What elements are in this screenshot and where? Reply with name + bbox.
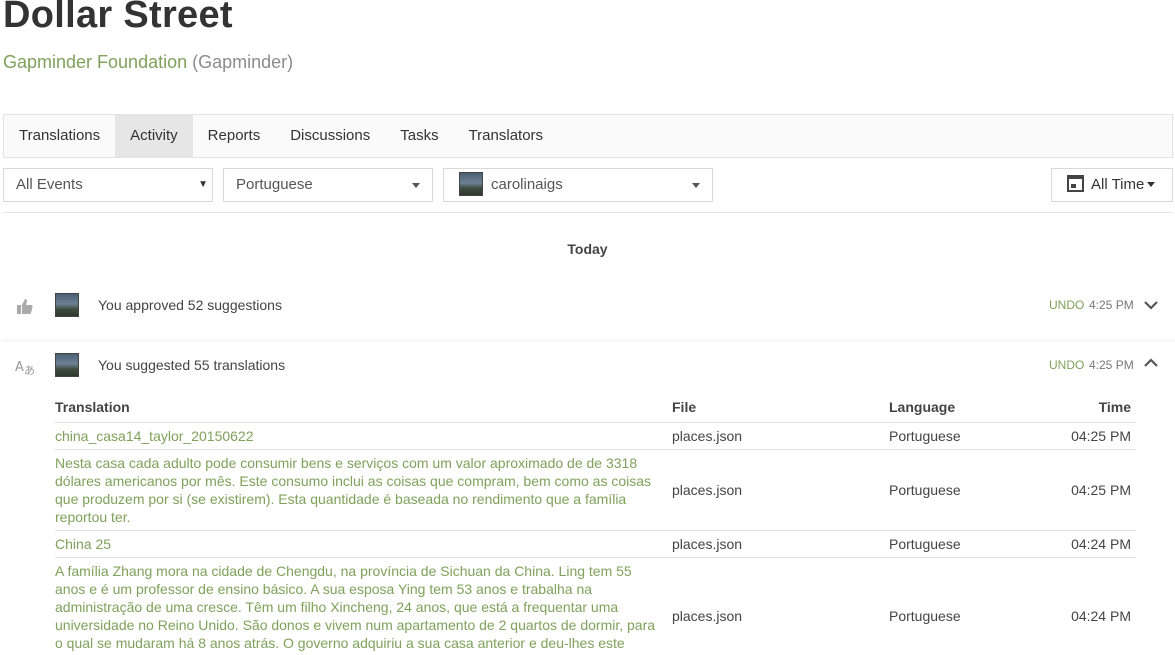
file-cell: places.json <box>672 422 889 450</box>
tab-translations[interactable]: Translations <box>4 115 115 157</box>
event-time: 4:25 PM <box>1089 358 1134 372</box>
user-select[interactable]: carolinaigs <box>443 168 713 202</box>
column-header-language: Language <box>889 393 1029 423</box>
event-text: You approved 52 suggestions <box>98 297 282 313</box>
translate-icon: A あ <box>15 360 35 376</box>
tab-reports[interactable]: Reports <box>193 115 276 157</box>
time-cell: 04:24 PM <box>1029 557 1136 655</box>
user-avatar <box>459 171 483 196</box>
event-time: 4:25 PM <box>1089 298 1134 312</box>
time-cell: 04:25 PM <box>1029 449 1136 531</box>
org-link[interactable]: Gapminder Foundation <box>3 52 187 72</box>
language-cell: Portuguese <box>889 530 1029 558</box>
undo-button[interactable]: UNDO <box>1049 298 1084 312</box>
events-select[interactable]: All Events ▼ <box>3 168 213 202</box>
thumbs-up-icon <box>17 299 33 314</box>
chevron-up-icon[interactable] <box>1143 355 1159 371</box>
column-header-file: File <box>672 393 889 423</box>
tab-bar: Translations Activity Reports Discussion… <box>3 114 1173 158</box>
table-row: Nesta casa cada adulto pode consumir ben… <box>55 449 1136 531</box>
undo-button[interactable]: UNDO <box>1049 358 1084 372</box>
avatar <box>55 293 79 317</box>
time-range-button[interactable]: All Time <box>1051 168 1173 202</box>
language-cell: Portuguese <box>889 449 1029 531</box>
translations-table: Translation File Language Time china_cas… <box>55 393 1136 655</box>
language-select-value: Portuguese <box>236 176 313 193</box>
chevron-down-icon[interactable] <box>1143 297 1159 313</box>
translation-link[interactable]: A família Zhang mora na cidade de Chengd… <box>55 557 672 655</box>
tab-activity[interactable]: Activity <box>115 115 193 157</box>
file-cell: places.json <box>672 557 889 655</box>
day-header: Today <box>567 241 608 257</box>
avatar <box>55 353 79 377</box>
user-select-value: carolinaigs <box>491 176 563 193</box>
file-cell: places.json <box>672 530 889 558</box>
svg-text:あ: あ <box>24 364 35 376</box>
translation-link[interactable]: China 25 <box>55 530 672 558</box>
time-cell: 04:25 PM <box>1029 422 1136 450</box>
column-header-time: Time <box>1029 393 1136 423</box>
language-select[interactable]: Portuguese <box>223 168 433 202</box>
project-subtitle: Gapminder Foundation (Gapminder) <box>3 52 293 73</box>
table-row: A família Zhang mora na cidade de Chengd… <box>55 557 1136 655</box>
project-title: Dollar Street <box>3 0 233 36</box>
language-cell: Portuguese <box>889 557 1029 655</box>
translation-link[interactable]: china_casa14_taylor_20150622 <box>55 422 672 450</box>
events-select-value: All Events <box>16 176 83 193</box>
calendar-icon <box>1067 175 1084 193</box>
org-slug: (Gapminder) <box>192 52 294 72</box>
translation-link[interactable]: Nesta casa cada adulto pode consumir ben… <box>55 449 672 531</box>
event-text: You suggested 55 translations <box>98 357 286 373</box>
time-range-label: All Time <box>1091 176 1145 193</box>
chevron-down-icon <box>692 183 700 188</box>
file-cell: places.json <box>672 449 889 531</box>
tab-discussions[interactable]: Discussions <box>275 115 385 157</box>
tab-tasks[interactable]: Tasks <box>385 115 453 157</box>
table-row: China 25 places.json Portuguese 04:24 PM <box>55 530 1136 558</box>
svg-text:A: A <box>15 360 24 375</box>
table-header-row: Translation File Language Time <box>55 393 1136 423</box>
caret-down-icon <box>1147 181 1156 187</box>
chevron-down-icon <box>412 183 420 188</box>
divider <box>3 212 1173 213</box>
tab-translators[interactable]: Translators <box>454 115 558 157</box>
column-header-translation: Translation <box>55 393 672 423</box>
select-arrow-icon: ▼ <box>198 179 208 190</box>
language-cell: Portuguese <box>889 422 1029 450</box>
time-cell: 04:24 PM <box>1029 530 1136 558</box>
table-row: china_casa14_taylor_20150622 places.json… <box>55 422 1136 450</box>
